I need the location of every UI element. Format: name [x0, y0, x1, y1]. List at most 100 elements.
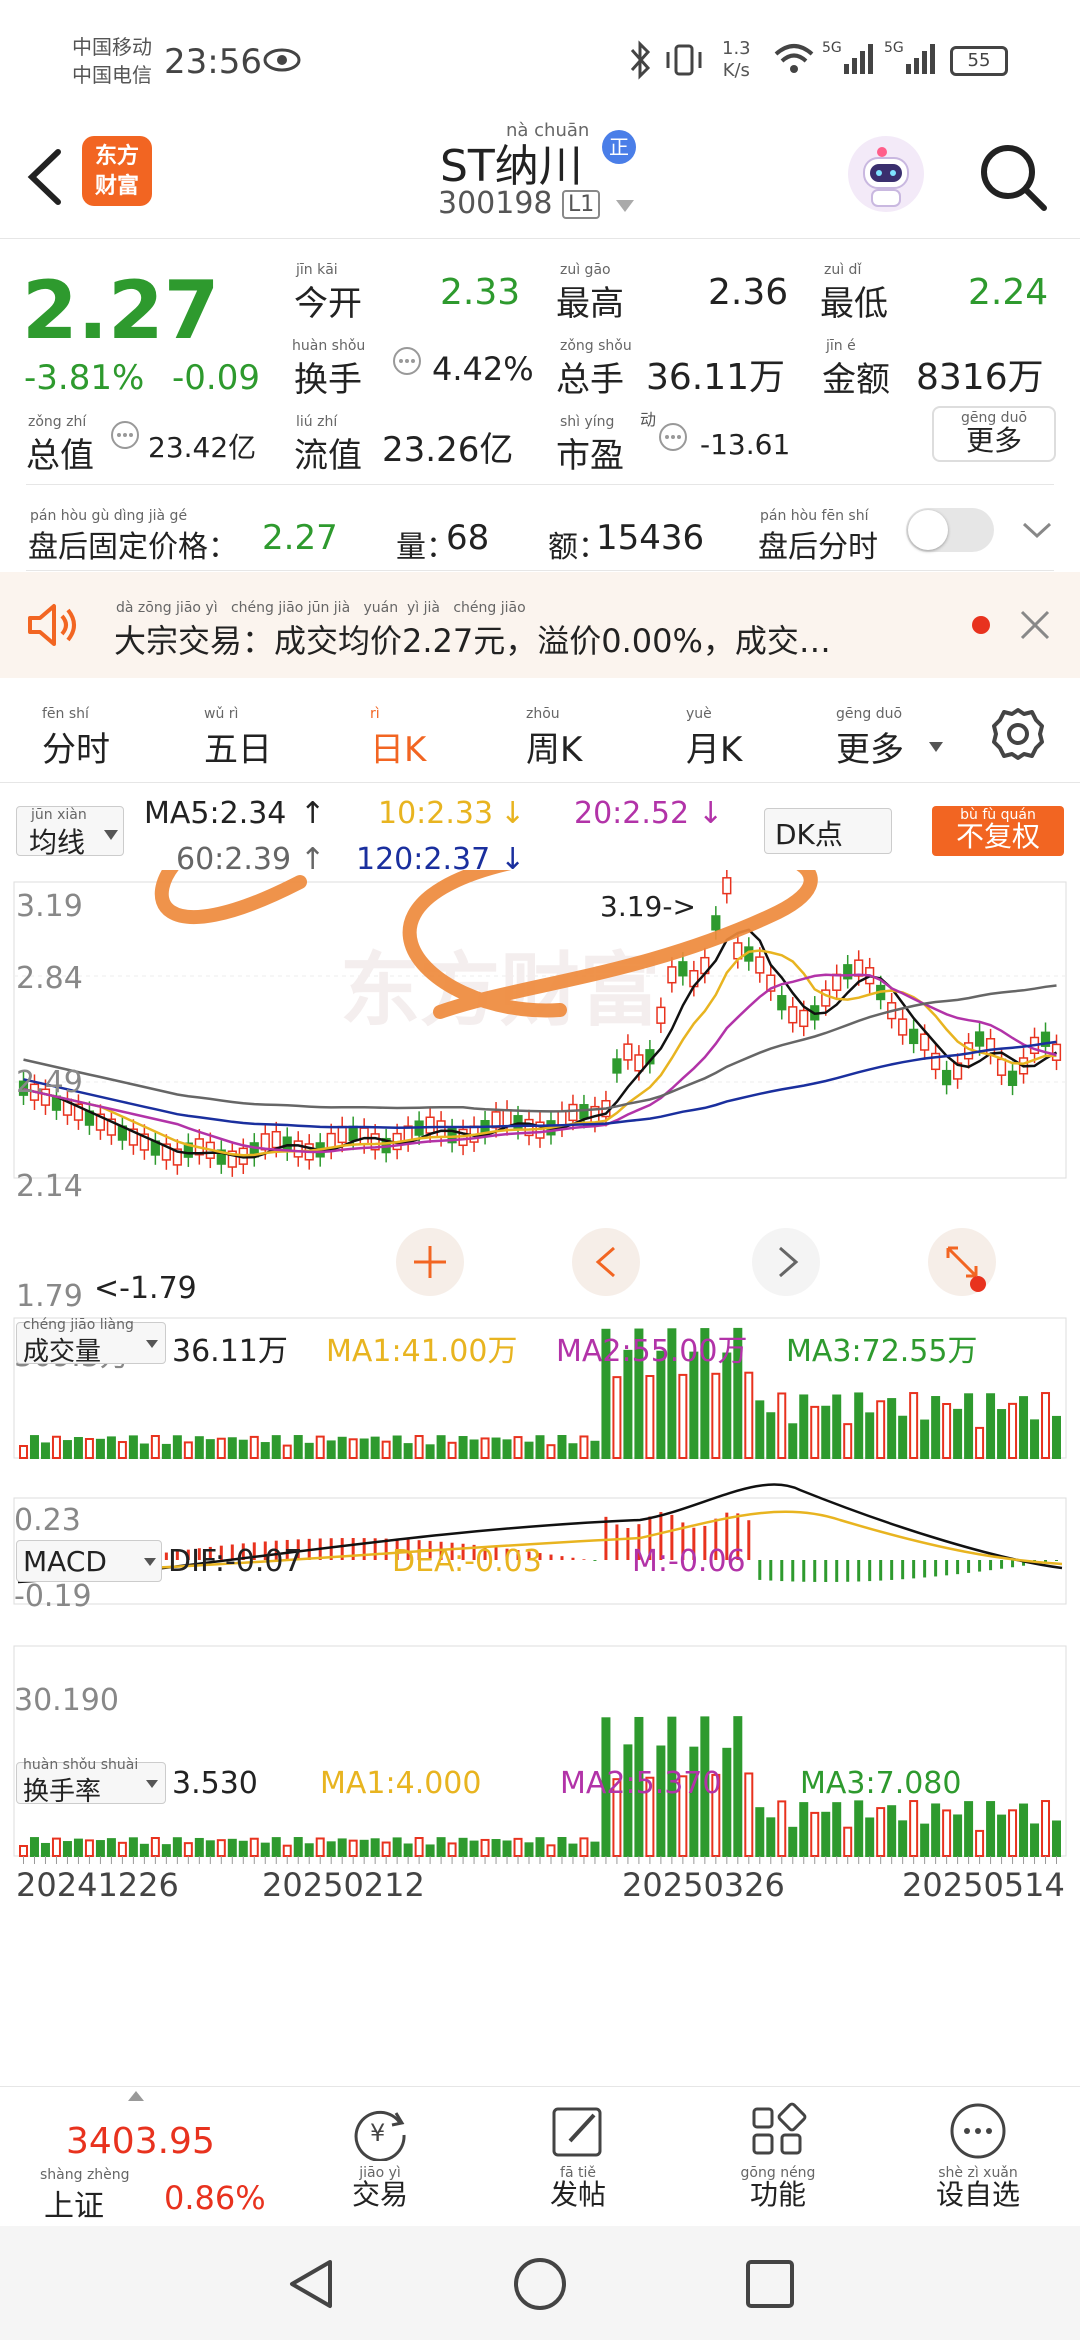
ma5-label: MA5:2.34 — [144, 796, 287, 831]
volume-bar — [711, 1372, 721, 1460]
back-button[interactable] — [20, 142, 70, 212]
adjust-button[interactable]: bù fù quán 不复权 — [932, 806, 1064, 856]
robot-assistant-icon[interactable] — [846, 134, 926, 218]
candle-body — [623, 1043, 633, 1061]
turnover-bar — [260, 1842, 270, 1858]
indicator-selector[interactable]: jūn xiàn 均线 — [16, 806, 124, 859]
volume-bar — [293, 1435, 303, 1459]
volume-value: 36.11万 — [172, 1334, 288, 1369]
tab-weekly-k[interactable]: zhōu 周K — [526, 706, 582, 771]
fullscreen-control — [928, 1228, 996, 1296]
turnover-bar — [777, 1800, 787, 1857]
turnover-bar — [249, 1837, 259, 1857]
turnover-bar — [425, 1844, 435, 1858]
volume-bar — [238, 1439, 248, 1459]
turnover-bar — [19, 1845, 28, 1857]
turnover-bar — [832, 1802, 842, 1858]
expand-icon[interactable] — [128, 2091, 144, 2101]
tab-monthly-k[interactable]: yuè 月K — [686, 706, 742, 771]
turnover-bar — [843, 1826, 853, 1857]
low-value: 2.24 — [968, 272, 1049, 313]
tab-five-day[interactable]: wǔ rì 五日 — [204, 706, 272, 771]
candle-body — [832, 973, 842, 991]
vol-ma2: MA2:55.00万 — [556, 1334, 748, 1369]
turnover-selector[interactable]: huàn shǒu shuài 换手率 — [16, 1757, 166, 1807]
info-icon[interactable] — [392, 346, 422, 380]
candle-body — [271, 1130, 281, 1149]
volume-bar — [95, 1438, 105, 1459]
volume-label: 总手 — [556, 360, 624, 400]
macd-m: M:-0.06 — [632, 1544, 746, 1579]
back-triangle-icon[interactable] — [284, 2256, 338, 2312]
candle-body — [568, 1103, 578, 1122]
turnover-bar — [480, 1838, 490, 1858]
kline-chart[interactable]: 东方财富 3.19 2.84 2.49 2.14 1.79 3.19-> <-1… — [0, 870, 1080, 2020]
candle-body — [777, 995, 787, 1011]
search-button[interactable] — [976, 140, 1050, 218]
turnover-bar — [766, 1817, 776, 1858]
pan-left-control — [572, 1228, 640, 1296]
volume-bar — [29, 1435, 39, 1460]
ah-amount-value: 15436 — [596, 518, 705, 558]
candle-body — [974, 1031, 985, 1047]
turnover-label: 换手 — [294, 360, 362, 400]
tab-daily-k[interactable]: rì 日K — [370, 706, 426, 771]
dk-point-button[interactable]: DK点 — [764, 808, 892, 854]
open-value: 2.33 — [440, 272, 521, 313]
app-logo[interactable]: 东方 财富 — [82, 136, 152, 206]
volume-bar — [260, 1442, 270, 1459]
timeshare-toggle[interactable] — [906, 508, 994, 552]
turnover-bar — [414, 1837, 424, 1857]
volume-bar — [524, 1441, 534, 1460]
more-button[interactable]: gēng duō 更多 — [932, 406, 1056, 462]
recents-square-icon[interactable] — [744, 2258, 796, 2310]
close-notice-button[interactable] — [1016, 606, 1054, 648]
yuan-exchange-icon: ¥ — [354, 2110, 406, 2162]
notice-bar[interactable]: dà zōng jiāo yì chéng jiāo jūn jià yuán … — [0, 572, 1080, 678]
system-nav — [0, 2226, 1080, 2340]
volume-bar — [447, 1441, 457, 1459]
volume-bar — [326, 1440, 336, 1460]
wifi-icon — [772, 40, 816, 80]
candle-body — [799, 1009, 809, 1028]
candle-body — [755, 956, 765, 974]
nav-trade[interactable]: ¥ jiāo yì 交易 — [330, 2101, 430, 2209]
last-price: 2.27 — [22, 264, 220, 357]
level-dropdown-icon[interactable] — [614, 198, 636, 218]
index-value[interactable]: 3403.95 — [66, 2121, 215, 2162]
tab-more[interactable]: gēng duō 更多 — [836, 706, 904, 771]
volume-bar — [304, 1442, 314, 1460]
turnover-bar — [887, 1805, 897, 1858]
turnover-bar — [1019, 1803, 1029, 1857]
stock-name[interactable]: ST纳川 — [440, 130, 583, 194]
home-circle-icon[interactable] — [512, 2256, 568, 2312]
tab-label: 五日 — [204, 730, 272, 770]
signal-1-icon: 5G — [822, 38, 882, 82]
turnover-bar — [62, 1841, 72, 1858]
nav-add-watchlist[interactable]: shè zì xuǎn 设自选 — [918, 2101, 1038, 2209]
nav-functions[interactable]: gōng néng 功能 — [728, 2101, 828, 2209]
mktcap-info-icon[interactable] — [110, 420, 140, 454]
macd-selector[interactable]: MACD — [16, 1540, 162, 1582]
turnover-bar — [84, 1839, 94, 1857]
volume-bar — [535, 1435, 545, 1459]
volume-selector[interactable]: chéng jiāo liàng 成交量 — [16, 1317, 166, 1367]
macd-dif: DIF:-0.07 — [168, 1544, 303, 1579]
pan-right-control — [752, 1228, 820, 1296]
volume-bar — [799, 1394, 809, 1459]
back-arrow-icon — [27, 149, 61, 205]
caret-down-icon — [104, 830, 118, 840]
pe-info-icon[interactable] — [658, 422, 688, 456]
volume-bar — [1008, 1402, 1018, 1460]
settings-button[interactable] — [988, 704, 1048, 768]
candle-body — [667, 966, 677, 984]
nav-post[interactable]: fā tiě 发帖 — [528, 2101, 628, 2209]
volume-bar — [150, 1435, 160, 1460]
tab-timeshare[interactable]: fēn shí 分时 — [42, 706, 110, 771]
caret-down-icon — [928, 738, 944, 757]
turnover-bar — [447, 1842, 457, 1858]
turnover-bar — [194, 1837, 204, 1858]
more-icon — [950, 2103, 1006, 2159]
vibrate-icon — [664, 42, 704, 82]
chevron-down-icon[interactable] — [1020, 520, 1054, 546]
